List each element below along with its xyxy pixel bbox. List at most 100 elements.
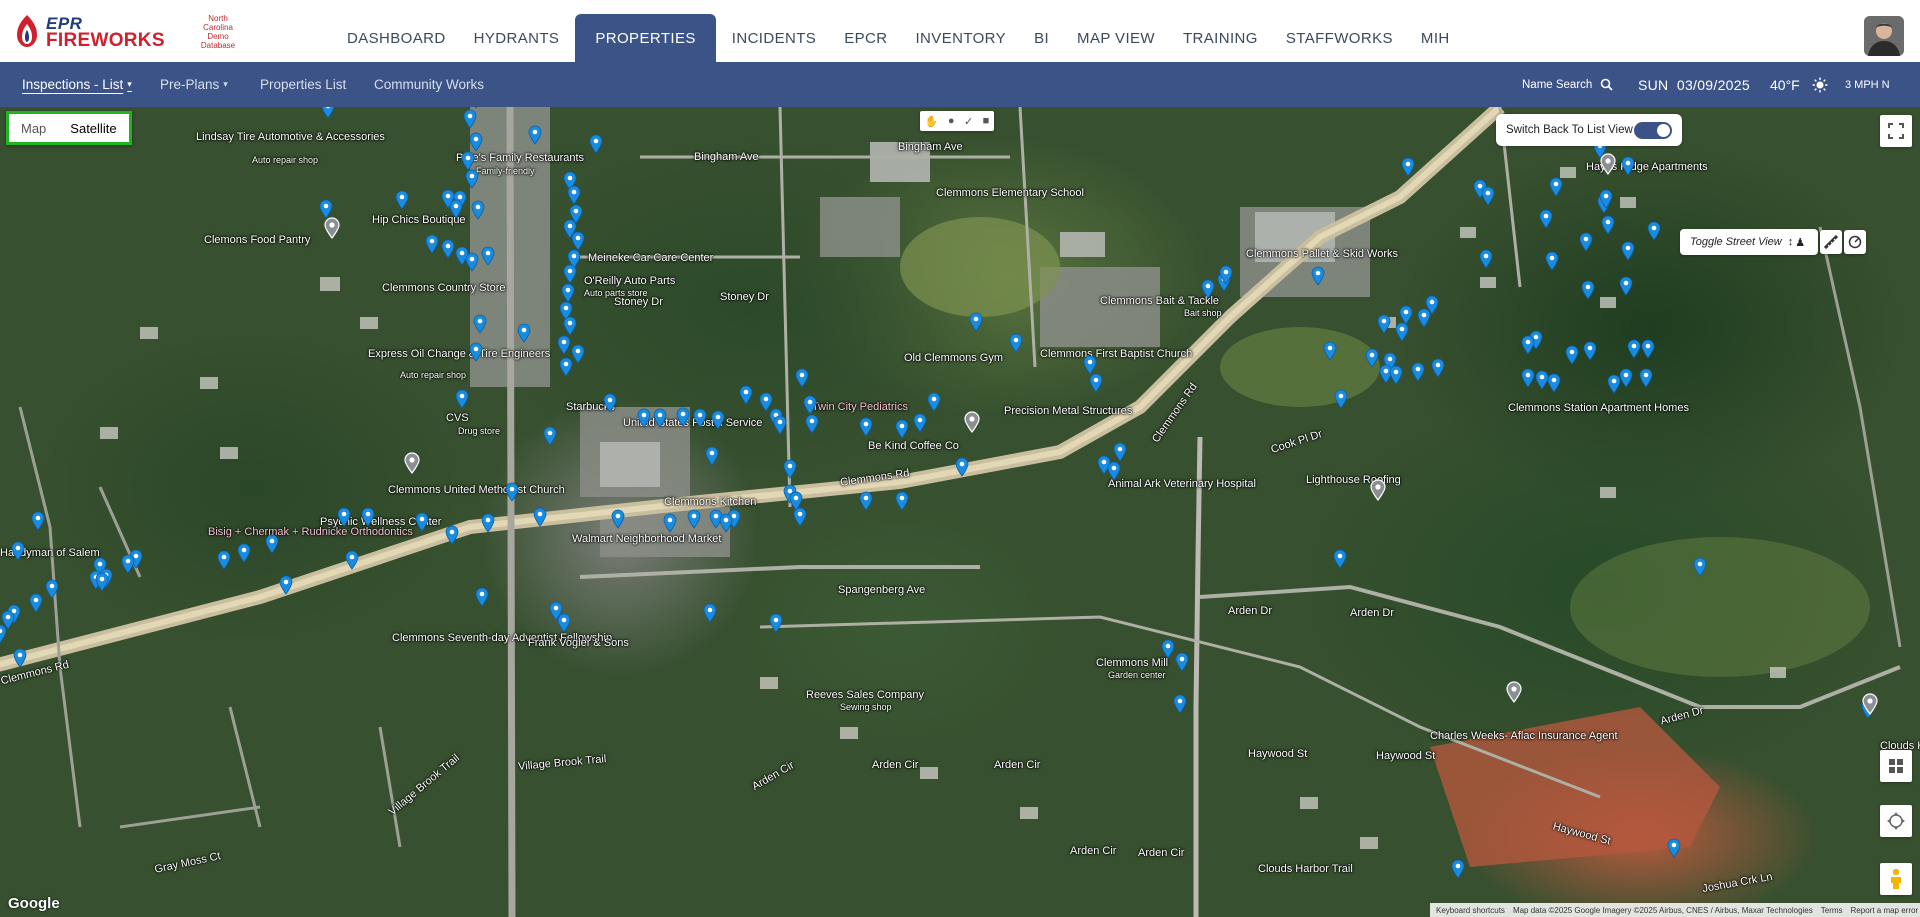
inspection-pin[interactable] — [637, 408, 651, 428]
inspection-pin[interactable] — [589, 134, 603, 154]
nav-dashboard[interactable]: DASHBOARD — [333, 14, 460, 62]
inspection-pin[interactable] — [571, 344, 585, 364]
inspection-pin[interactable] — [676, 407, 690, 427]
inspection-pin[interactable] — [425, 234, 439, 254]
inspection-pin[interactable] — [345, 550, 359, 570]
inspection-pin[interactable] — [795, 368, 809, 388]
measure-button[interactable] — [1844, 230, 1866, 254]
inspection-pin[interactable] — [1399, 305, 1413, 325]
inspection-pin[interactable] — [969, 312, 983, 332]
place-marker-icon[interactable] — [324, 217, 340, 239]
inspection-pin[interactable] — [1089, 373, 1103, 393]
switch-to-list-view[interactable]: Switch Back To List View — [1496, 114, 1682, 146]
inspection-pin[interactable] — [471, 200, 485, 220]
inspection-pin[interactable] — [517, 323, 531, 343]
report-error-link[interactable]: Report a map error — [1851, 906, 1919, 915]
user-avatar[interactable] — [1864, 16, 1904, 56]
inspection-pin[interactable] — [265, 534, 279, 554]
inspection-pin[interactable] — [557, 335, 571, 355]
nav-map-view[interactable]: MAP VIEW — [1063, 14, 1169, 62]
inspections-list-dropdown[interactable]: Inspections - List ▾ — [22, 62, 132, 107]
inspection-pin[interactable] — [319, 199, 333, 219]
inspection-pin[interactable] — [561, 283, 575, 303]
inspection-pin[interactable] — [461, 151, 475, 171]
nav-hydrants[interactable]: HYDRANTS — [460, 14, 574, 62]
inspection-pin[interactable] — [395, 190, 409, 210]
inspection-pin[interactable] — [611, 509, 625, 529]
inspection-pin[interactable] — [1641, 339, 1655, 359]
inspection-pin[interactable] — [441, 189, 455, 209]
inspection-pin[interactable] — [455, 389, 469, 409]
nav-properties[interactable]: PROPERTIES — [575, 14, 716, 62]
inspection-pin[interactable] — [321, 107, 335, 119]
inspection-pin[interactable] — [805, 414, 819, 434]
inspection-pin[interactable] — [1619, 276, 1633, 296]
place-marker-icon[interactable] — [1862, 693, 1878, 715]
inspection-pin[interactable] — [1627, 339, 1641, 359]
inspection-pin[interactable] — [557, 613, 571, 633]
inspection-pin[interactable] — [1693, 557, 1707, 577]
inspection-pin[interactable] — [1621, 241, 1635, 261]
inspection-pin[interactable] — [1549, 177, 1563, 197]
inspection-pin[interactable] — [563, 264, 577, 284]
inspection-pin[interactable] — [1521, 368, 1535, 388]
nav-incidents[interactable]: INCIDENTS — [718, 14, 830, 62]
place-marker-icon[interactable] — [964, 411, 980, 433]
inspection-pin[interactable] — [1621, 156, 1635, 176]
inspection-pin[interactable] — [1545, 251, 1559, 271]
name-search-label[interactable]: Name Search — [1522, 62, 1592, 107]
inspection-pin[interactable] — [1201, 279, 1215, 299]
circle-draw-icon[interactable]: ● — [948, 115, 955, 127]
polyline-draw-icon[interactable]: ✓ — [964, 115, 973, 128]
inspection-pin[interactable] — [1333, 549, 1347, 569]
inspection-pin[interactable] — [533, 507, 547, 527]
epr-fireworks-logo[interactable]: EPR FIREWORKS — [14, 14, 165, 51]
inspection-pin[interactable] — [1619, 368, 1633, 388]
inspection-pin[interactable] — [1431, 358, 1445, 378]
inspection-pin[interactable] — [1601, 215, 1615, 235]
inspection-pin[interactable] — [1581, 280, 1595, 300]
inspection-pin[interactable] — [31, 511, 45, 531]
inspection-pin[interactable] — [1451, 859, 1465, 879]
inspection-pin[interactable] — [361, 507, 375, 527]
camera-control-button[interactable] — [1880, 805, 1912, 837]
nav-epcr[interactable]: EPCR — [830, 14, 901, 62]
inspection-pin[interactable] — [1647, 221, 1661, 241]
inspection-pin[interactable] — [45, 579, 59, 599]
inspection-pin[interactable] — [1009, 333, 1023, 353]
inspection-pin[interactable] — [789, 491, 803, 511]
inspection-pin[interactable] — [481, 513, 495, 533]
inspection-pin[interactable] — [469, 342, 483, 362]
inspection-pin[interactable] — [1547, 373, 1561, 393]
terms-link[interactable]: Terms — [1821, 906, 1843, 915]
inspection-pin[interactable] — [859, 491, 873, 511]
inspection-pin[interactable] — [1479, 249, 1493, 269]
inspection-pin[interactable] — [1579, 232, 1593, 252]
map-type-map-button[interactable]: Map — [9, 114, 58, 142]
inspection-pin[interactable] — [773, 415, 787, 435]
inspection-pin[interactable] — [769, 613, 783, 633]
rectangle-draw-icon[interactable]: ■ — [983, 115, 990, 127]
inspection-pin[interactable] — [475, 587, 489, 607]
nav-mih[interactable]: MIH — [1407, 14, 1464, 62]
place-marker-icon[interactable] — [1600, 153, 1616, 175]
pre-plans-dropdown[interactable]: Pre-Plans ▾ — [160, 62, 228, 107]
inspection-pin[interactable] — [663, 513, 677, 533]
inspection-pin[interactable] — [0, 624, 7, 644]
inspection-pin[interactable] — [1401, 157, 1415, 177]
inspection-pin[interactable] — [337, 507, 351, 527]
place-marker-icon[interactable] — [1506, 681, 1522, 703]
inspection-pin[interactable] — [895, 419, 909, 439]
pegman-street-view[interactable] — [1880, 863, 1912, 895]
toggle-street-view-button[interactable]: Toggle Street View ↕ ♟ — [1680, 229, 1818, 255]
inspection-pin[interactable] — [703, 603, 717, 623]
inspection-pin[interactable] — [445, 525, 459, 545]
inspection-pin[interactable] — [711, 410, 725, 430]
inspection-pin[interactable] — [653, 408, 667, 428]
inspection-pin[interactable] — [1311, 266, 1325, 286]
inspection-pin[interactable] — [1175, 652, 1189, 672]
inspection-pin[interactable] — [505, 482, 519, 502]
inspection-pin[interactable] — [11, 541, 25, 561]
inspection-pin[interactable] — [543, 426, 557, 446]
inspection-pin[interactable] — [1377, 314, 1391, 334]
